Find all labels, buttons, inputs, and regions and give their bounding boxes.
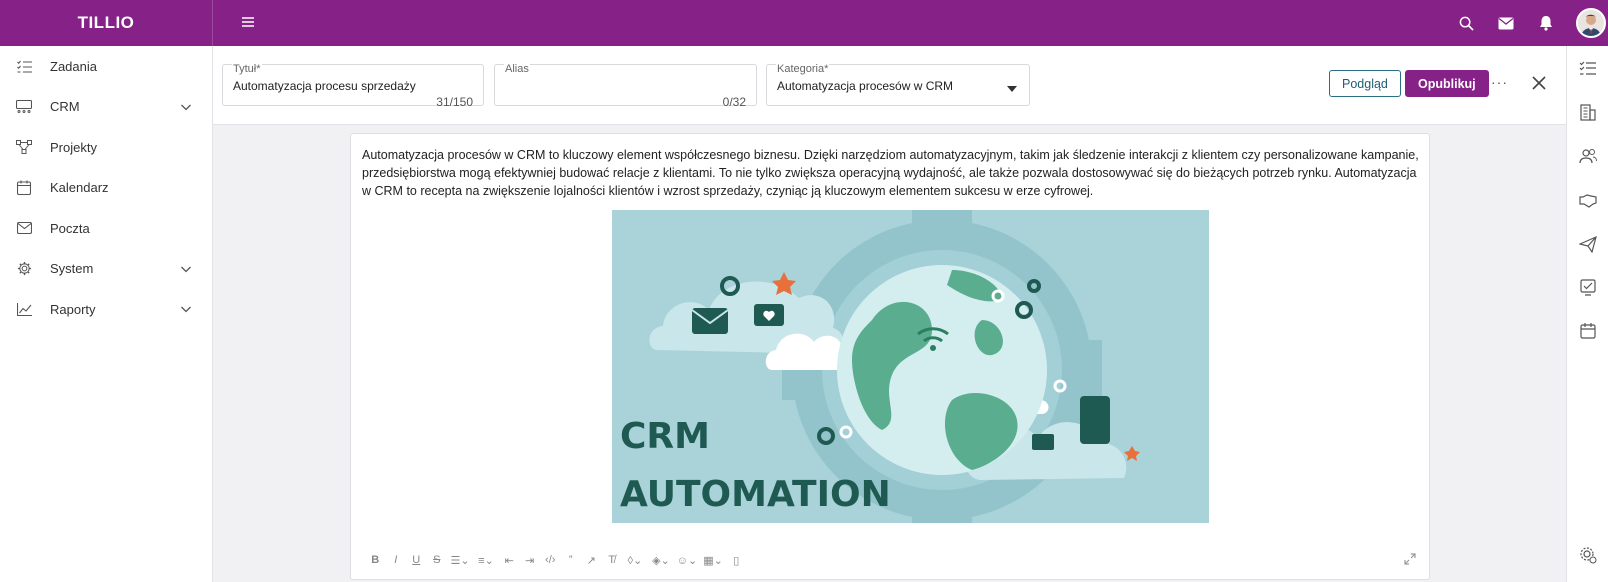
outdent-icon[interactable]: ⇤ <box>499 552 520 568</box>
sidebar-item-projekty[interactable]: Projekty <box>0 127 212 168</box>
highlight-icon[interactable]: ◈⌄ <box>648 552 674 568</box>
editor-body-text[interactable]: Automatyzacja procesów w CRM to kluczowy… <box>362 146 1422 200</box>
caret-down-icon[interactable] <box>1007 86 1017 92</box>
category-label: Kategoria* <box>776 63 830 75</box>
sidebar-item-label: Poczta <box>50 220 90 236</box>
chevron-down-icon[interactable] <box>180 303 192 315</box>
crm-automation-image[interactable]: CRM AUTOMATION <box>612 210 1209 523</box>
bold-icon[interactable]: B <box>365 552 386 568</box>
sidebar-item-poczta[interactable]: Poczta <box>0 208 212 249</box>
close-icon[interactable] <box>1531 75 1547 91</box>
publish-button[interactable]: Opublikuj <box>1405 70 1489 97</box>
gear-icon <box>16 261 32 277</box>
sidebar-item-zadania[interactable]: Zadania <box>0 46 212 87</box>
link-icon[interactable]: ↗ <box>581 552 602 568</box>
article-form-header: Tytuł* Automatyzacja procesu sprzedaży 3… <box>213 46 1566 125</box>
settings-icon[interactable] <box>1579 546 1597 564</box>
expand-icon[interactable] <box>1403 552 1417 566</box>
editor-toolbar: B I U S ☰⌄ ≡⌄ ⇤ ⇥ ‹/› ” ↗ T̸ ◊⌄ ◈⌄ ☺⌄ ▦⌄… <box>365 552 747 568</box>
alias-char-count: 0/32 <box>722 95 746 109</box>
sidebar-item-raporty[interactable]: Raporty <box>0 289 212 330</box>
title-field[interactable]: Tytuł* Automatyzacja procesu sprzedaży 3… <box>222 63 484 109</box>
top-bar: TILLIO <box>0 0 1608 46</box>
bell-icon[interactable] <box>1526 0 1566 46</box>
avatar[interactable] <box>1576 8 1606 38</box>
sidebar: Zadania CRM Projekty Kalendarz Poczta Sy… <box>0 46 213 582</box>
clear-format-icon[interactable]: T̸ <box>602 552 623 568</box>
tasks-icon <box>16 58 32 74</box>
crm-icon <box>16 99 32 115</box>
content-editor[interactable]: Automatyzacja procesów w CRM to kluczowy… <box>350 133 1430 580</box>
sidebar-item-crm[interactable]: CRM <box>0 87 212 128</box>
search-icon[interactable] <box>1446 0 1486 46</box>
title-label: Tytuł* <box>232 63 262 75</box>
calendar-icon <box>16 180 32 196</box>
title-char-count: 31/150 <box>436 95 473 109</box>
chevron-down-icon[interactable] <box>180 263 192 275</box>
sidebar-item-label: CRM <box>50 99 80 115</box>
sidebar-item-system[interactable]: System <box>0 249 212 290</box>
italic-icon[interactable]: I <box>386 552 407 568</box>
alias-field[interactable]: Alias 0/32 <box>494 63 757 109</box>
more-options-button[interactable]: ··· <box>1491 74 1508 90</box>
underline-icon[interactable]: U <box>406 552 427 568</box>
paste-icon[interactable]: ▯ <box>726 552 747 568</box>
numbered-list-icon[interactable]: ≡⌄ <box>473 552 499 568</box>
table-icon[interactable]: ▦⌄ <box>700 552 726 568</box>
category-select[interactable]: Kategoria* Automatyzacja procesów w CRM <box>766 63 1030 106</box>
handshake-icon[interactable] <box>1579 191 1597 209</box>
strikethrough-icon[interactable]: S <box>427 552 448 568</box>
code-icon[interactable]: ‹/› <box>540 552 561 568</box>
chevron-down-icon[interactable] <box>180 101 192 113</box>
indent-icon[interactable]: ⇥ <box>520 552 541 568</box>
right-rail <box>1566 46 1608 582</box>
category-value: Automatyzacja procesów w CRM <box>777 79 954 93</box>
sidebar-item-kalendarz[interactable]: Kalendarz <box>0 168 212 209</box>
mail-icon[interactable] <box>1486 0 1526 46</box>
calendar-icon[interactable] <box>1579 322 1597 340</box>
projects-icon <box>16 139 32 155</box>
tasks-icon[interactable] <box>1579 59 1597 77</box>
sidebar-item-label: System <box>50 261 94 277</box>
users-icon[interactable] <box>1579 147 1597 165</box>
image-title-line2: AUTOMATION <box>620 474 891 515</box>
alias-label: Alias <box>504 63 530 75</box>
bullet-list-icon[interactable]: ☰⌄ <box>447 552 473 568</box>
preview-button[interactable]: Podgląd <box>1329 70 1401 97</box>
text-color-icon[interactable]: ◊⌄ <box>622 552 648 568</box>
sidebar-item-label: Projekty <box>50 139 97 155</box>
mail-icon <box>16 220 32 236</box>
emoji-icon[interactable]: ☺⌄ <box>674 552 700 568</box>
title-input[interactable]: Automatyzacja procesu sprzedaży <box>233 79 416 93</box>
image-title-line1: CRM <box>620 416 710 457</box>
sidebar-item-label: Zadania <box>50 58 97 74</box>
sidebar-item-label: Raporty <box>50 301 96 317</box>
chart-icon <box>16 301 32 317</box>
send-icon[interactable] <box>1579 235 1597 253</box>
quote-icon[interactable]: ” <box>561 552 582 568</box>
building-icon[interactable] <box>1579 103 1597 121</box>
checklist-icon[interactable] <box>1579 278 1597 296</box>
app-logo[interactable]: TILLIO <box>0 0 213 46</box>
sidebar-item-label: Kalendarz <box>50 180 109 196</box>
hamburger-icon[interactable] <box>240 14 256 30</box>
